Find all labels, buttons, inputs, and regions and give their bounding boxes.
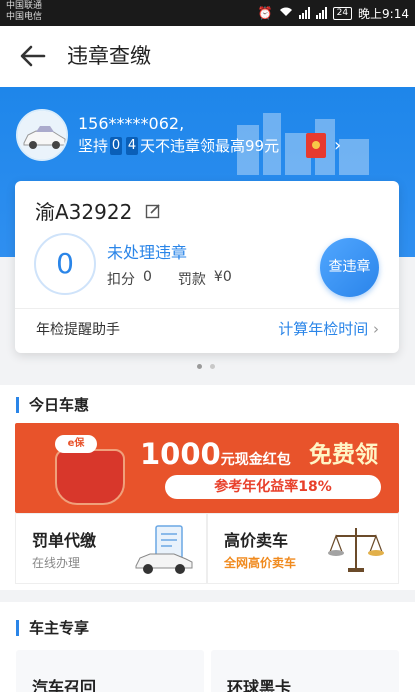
car-ticket-icon — [135, 525, 193, 574]
car-recall-tile[interactable]: 汽车召回 — [16, 650, 204, 692]
tile-subtitle: 全网高价卖车 — [224, 556, 297, 570]
promo-amount-unit: 元现金红包 — [220, 452, 291, 468]
tile-title: 高价卖车 — [224, 531, 289, 550]
chevron-right-icon[interactable]: › — [334, 135, 341, 156]
fine-payment-tile[interactable]: 罚单代缴 在线办理 — [15, 513, 207, 584]
tile-title: 罚单代缴 — [32, 531, 97, 550]
day-digit-1: 0 — [110, 137, 123, 155]
carrier-2: 中国电信 — [6, 12, 43, 22]
penalty-summary: 扣分 0 罚款 ¥0 — [107, 269, 232, 289]
promo-free-label: 免费领 — [309, 442, 378, 468]
status-time: 晚上9:14 — [358, 6, 409, 21]
status-bar: 中国联通 中国电信 ⏰ 24 晚上9:14 — [0, 0, 415, 26]
carrier-info: 中国联通 中国电信 — [6, 1, 42, 23]
violation-count: 0 — [34, 233, 96, 295]
section-title: 车主专享 — [16, 620, 89, 636]
alarm-icon: ⏰ — [257, 6, 273, 20]
unhandled-violations-label: 未处理违章 — [107, 243, 188, 262]
app-header: 违章查缴 — [0, 26, 415, 87]
red-bag-icon — [55, 449, 125, 505]
day-digit-2: 4 — [126, 137, 139, 155]
promo-banner[interactable]: e保 1000元现金红包 免费领 参考年化益率18% — [15, 423, 399, 513]
tile-title: 环球黑卡 — [227, 678, 292, 692]
promo-suffix: 天不违章领最高99元 — [140, 137, 280, 155]
section-title: 今日车惠 — [16, 397, 89, 413]
divider — [15, 308, 399, 309]
red-envelope-icon[interactable] — [306, 133, 326, 158]
black-card-tile[interactable]: 环球黑卡 — [211, 650, 399, 692]
battery-icon: 24 — [332, 6, 353, 20]
query-violations-button[interactable]: 查违章 — [320, 238, 379, 297]
promo-amount: 1000元现金红包 — [140, 437, 291, 477]
calc-inspection-link[interactable]: 计算年检时间 › — [278, 318, 379, 339]
balance-scale-icon — [328, 528, 384, 572]
fine-value: ¥0 — [213, 269, 232, 285]
page-title: 违章查缴 — [67, 44, 151, 68]
promo-subtitle: 参考年化益率18% — [165, 475, 381, 499]
violation-card: 渝A32922 0 未处理违章 扣分 0 罚款 ¥0 查违章 年检提醒助手 计算… — [15, 181, 399, 353]
user-phone: 156*****062, — [78, 114, 185, 133]
sell-car-tile[interactable]: 高价卖车 全网高价卖车 — [207, 513, 399, 584]
plate-number: 渝A32922 — [35, 200, 133, 224]
promo-prefix: 坚持 — [78, 137, 109, 155]
points-value: 0 — [143, 269, 152, 285]
signal-icon — [298, 7, 310, 19]
carrier-1: 中国联通 — [6, 1, 43, 11]
tile-title: 汽车召回 — [32, 678, 97, 692]
avatar[interactable] — [16, 109, 68, 161]
wifi-icon — [279, 6, 293, 20]
no-violation-promo[interactable]: 坚持 0 4 天不违章领最高99元 — [78, 136, 279, 156]
edit-icon[interactable] — [145, 203, 161, 219]
tile-subtitle: 在线办理 — [32, 556, 81, 570]
calc-inspection-text: 计算年检时间 — [278, 320, 369, 338]
fine-label: 罚款 — [177, 272, 206, 288]
promo-logo: e保 — [55, 435, 97, 453]
status-icons: ⏰ 24 晚上9:14 — [258, 4, 409, 22]
chevron-right-icon: › — [373, 320, 379, 338]
inspection-reminder-label: 年检提醒助手 — [36, 322, 120, 338]
owner-exclusive-section: 车主专享 汽车召回 环球黑卡 — [0, 602, 415, 692]
carousel-indicator — [197, 364, 215, 369]
signal-icon-2 — [315, 7, 327, 19]
today-deals-section: 今日车惠 e保 1000元现金红包 免费领 参考年化益率18% 罚单代缴 在线办… — [0, 385, 415, 590]
points-label: 扣分 — [107, 272, 135, 288]
promo-amount-value: 1000 — [140, 437, 221, 471]
arrow-left-icon[interactable] — [18, 42, 48, 70]
